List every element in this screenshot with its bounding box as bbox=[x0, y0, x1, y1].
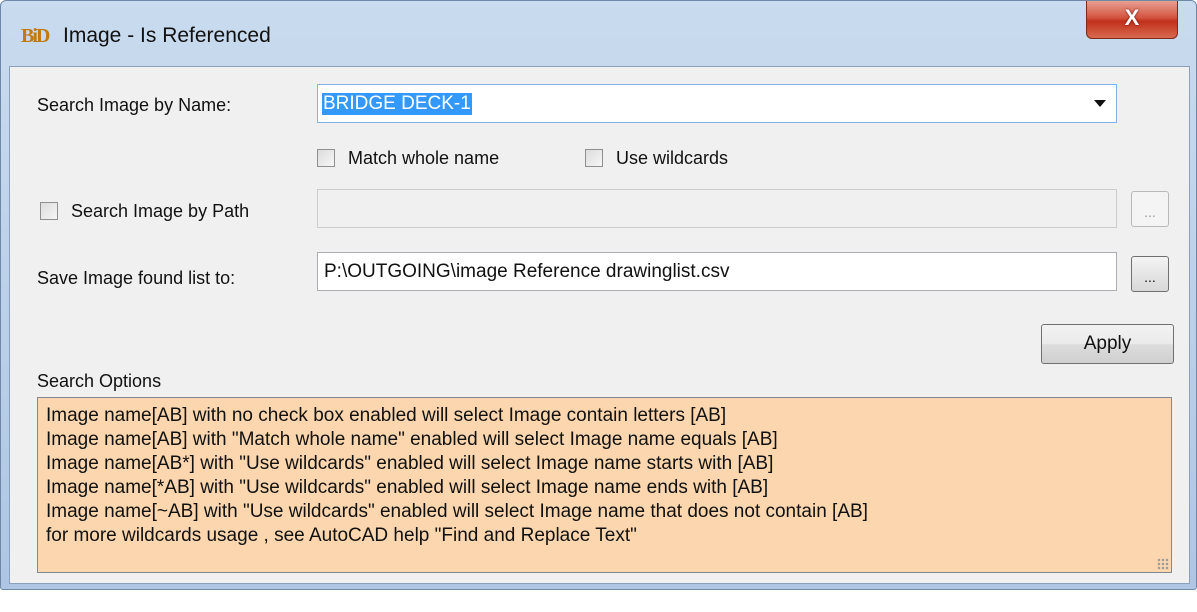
app-logo-icon: BiD bbox=[21, 25, 50, 47]
search-name-value[interactable]: BRIDGE DECK-1 bbox=[322, 93, 472, 115]
use-wildcards-checkbox[interactable] bbox=[585, 149, 603, 167]
resize-grip-icon[interactable] bbox=[1157, 558, 1169, 570]
match-whole-name-checkbox[interactable] bbox=[317, 149, 335, 167]
match-whole-name-label[interactable]: Match whole name bbox=[348, 147, 499, 169]
search-name-label: Search Image by Name: bbox=[37, 95, 232, 115]
save-list-browse-button[interactable]: ... bbox=[1131, 256, 1169, 292]
save-list-input[interactable]: P:\OUTGOING\image Reference drawinglist.… bbox=[317, 252, 1117, 291]
window-title: Image - Is Referenced bbox=[63, 24, 271, 47]
search-path-checkbox[interactable] bbox=[40, 202, 58, 220]
dialog-window: BiD Image - Is Referenced X Search Image… bbox=[0, 0, 1197, 590]
use-wildcards-label[interactable]: Use wildcards bbox=[616, 147, 728, 169]
search-path-label[interactable]: Search Image by Path bbox=[71, 200, 249, 222]
options-line: for more wildcards usage , see AutoCAD h… bbox=[46, 525, 637, 546]
options-line: Image name[AB*] with "Use wildcards" ena… bbox=[46, 453, 774, 474]
options-line: Image name[*AB] with "Use wildcards" ena… bbox=[46, 477, 769, 498]
search-path-browse-button[interactable]: ... bbox=[1131, 191, 1169, 227]
dialog-body: Search Image by Name: BRIDGE DECK-1 Matc… bbox=[9, 66, 1190, 584]
search-path-input[interactable] bbox=[317, 189, 1117, 228]
search-options-textbox[interactable]: Image name[AB] with no check box enabled… bbox=[37, 397, 1172, 573]
save-list-label: Save Image found list to: bbox=[37, 268, 236, 288]
apply-button[interactable]: Apply bbox=[1041, 324, 1174, 364]
search-options-heading: Search Options bbox=[37, 371, 162, 391]
options-line: Image name[~AB] with "Use wildcards" ena… bbox=[46, 501, 868, 522]
chevron-down-icon[interactable] bbox=[1094, 100, 1106, 107]
options-line: Image name[AB] with no check box enabled… bbox=[46, 405, 727, 426]
save-list-value[interactable]: P:\OUTGOING\image Reference drawinglist.… bbox=[324, 261, 729, 283]
close-button[interactable]: X bbox=[1086, 1, 1178, 39]
options-line: Image name[AB] with "Match whole name" e… bbox=[46, 429, 778, 450]
search-name-combobox[interactable]: BRIDGE DECK-1 bbox=[317, 84, 1117, 123]
